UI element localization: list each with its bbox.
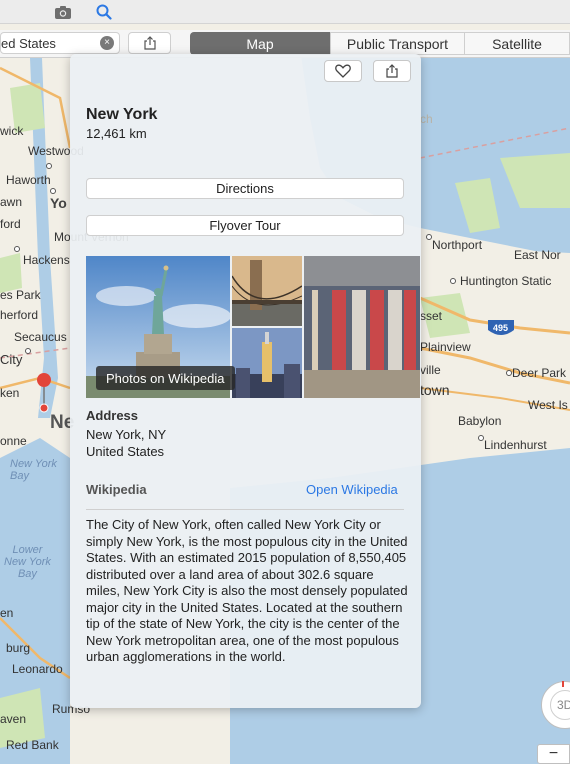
tab-satellite[interactable]: Satellite: [465, 32, 570, 55]
map-label-en: en: [0, 606, 14, 620]
map-label-city: City: [0, 352, 23, 367]
place-distance: 12,461 km: [86, 126, 147, 141]
place-dot: [426, 234, 432, 240]
map-label-ch: ch: [420, 112, 433, 126]
zoom-out-button[interactable]: −: [537, 744, 570, 764]
map-label-burg: burg: [6, 641, 31, 655]
map-label-huntington-station: Huntington Static: [460, 274, 552, 288]
photo-empire-state-building[interactable]: [232, 328, 302, 398]
divider: [86, 509, 404, 510]
clear-search-icon[interactable]: ×: [100, 36, 114, 50]
highway-shield-495: 495: [493, 323, 509, 333]
share-icon: [143, 36, 156, 50]
place-dot: [25, 348, 31, 354]
share-button[interactable]: [128, 32, 171, 54]
share-icon: [386, 64, 398, 78]
directions-button[interactable]: Directions: [86, 178, 404, 199]
map-label-yonkers: Yo: [50, 195, 67, 211]
north-indicator: [562, 681, 564, 687]
address-heading: Address: [86, 408, 139, 423]
search-query: ed States: [1, 36, 56, 51]
tab-map[interactable]: Map: [190, 32, 330, 55]
camera-icon[interactable]: [53, 2, 73, 22]
map-label-aven: aven: [0, 712, 27, 726]
map-label-plainview: Plainview: [420, 340, 471, 354]
3d-toggle[interactable]: 3D: [550, 690, 570, 720]
map-label-ville: ville: [420, 363, 441, 377]
map-label-haworth: Haworth: [6, 173, 51, 187]
map-label-secaucus: Secaucus: [14, 330, 67, 344]
map-label-northport: Northport: [432, 238, 483, 252]
open-wikipedia-link[interactable]: Open Wikipedia: [306, 482, 398, 497]
address-line-2: United States: [86, 444, 165, 459]
map-label-awn: awn: [0, 195, 23, 209]
map-label-lindenhurst: Lindenhurst: [484, 438, 547, 452]
place-dot: [46, 163, 52, 169]
map-label-es-park: es Park: [0, 288, 41, 302]
map-label-east-northport: East Nor: [514, 248, 561, 262]
place-dot: [506, 370, 512, 376]
map-label-hackensack: Hackens: [23, 253, 70, 267]
map-label-lower-new-york-bay: Lower New York Bay: [4, 544, 51, 580]
flyover-tour-button[interactable]: Flyover Tour: [86, 215, 404, 236]
search-icon[interactable]: [94, 2, 114, 22]
map-label-deer-park: Deer Park: [512, 366, 567, 380]
map-label-ken: ken: [0, 386, 20, 400]
map-label-onne: onne: [0, 434, 27, 448]
place-dot: [450, 278, 456, 284]
wikipedia-heading: Wikipedia: [86, 482, 147, 497]
map-label-town: town: [420, 382, 450, 398]
photo-stock-exchange[interactable]: [304, 256, 420, 398]
map-label-west-islip: West Is: [528, 398, 568, 412]
map-label-leonardo: Leonardo: [12, 662, 63, 676]
map-label-herford: herford: [0, 308, 39, 322]
place-dot: [50, 188, 56, 194]
map-label-babylon: Babylon: [458, 414, 502, 428]
place-info-panel: New York 12,461 km Directions Flyover To…: [70, 54, 421, 708]
place-title: New York: [86, 106, 158, 123]
address-line-1: New York, NY: [86, 427, 167, 442]
place-dot: [14, 246, 20, 252]
map-label-wick: wick: [0, 124, 24, 138]
map-label-new-york-bay: New York Bay: [10, 458, 57, 482]
map-label-ford: ford: [0, 217, 21, 231]
map-label-sset: sset: [420, 309, 443, 323]
wikipedia-summary: The City of New York, often called New Y…: [86, 517, 408, 664]
photos-on-wikipedia-label[interactable]: Photos on Wikipedia: [96, 366, 235, 390]
map-label-red-bank: Red Bank: [6, 738, 59, 752]
photo-brooklyn-bridge[interactable]: [232, 256, 302, 326]
place-dot: [478, 435, 484, 441]
tab-public-transport[interactable]: Public Transport: [330, 32, 465, 55]
heart-icon: [335, 64, 351, 78]
favorite-button[interactable]: [324, 60, 362, 82]
window-toolbar: [0, 0, 570, 24]
share-place-button[interactable]: [373, 60, 411, 82]
